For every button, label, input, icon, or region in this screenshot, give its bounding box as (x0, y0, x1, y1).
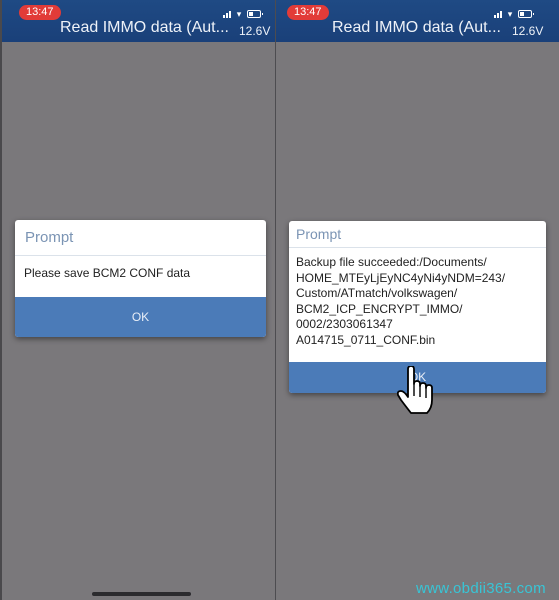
wifi-icon: ▾ (507, 9, 513, 19)
message-line: 0002/2303061347 (296, 317, 393, 331)
signal-icon (494, 10, 502, 18)
message-line: BCM2_ICP_ENCRYPT_IMMO/ (296, 301, 463, 316)
home-indicator[interactable] (92, 592, 191, 596)
battery-icon (247, 10, 263, 18)
message-line: A014715_0711_CONF.bin (296, 332, 436, 347)
dialog-title: Prompt (289, 221, 546, 248)
message-line: HOME_MTEyLjEyNC4yNi4yNDM=243/ (296, 270, 506, 285)
phone-screen-right: 13:47 Read IMMO data (Aut... ▾ 12.6V Pro… (276, 0, 559, 600)
battery-voltage: 12.6V (239, 24, 271, 38)
page-title: Read IMMO data (Aut... (332, 19, 501, 36)
phone-screen-left: 13:47 Read IMMO data (Aut... ▾ 12.6V Pro… (0, 0, 275, 600)
signal-icon (223, 10, 231, 18)
wifi-icon: ▾ (236, 9, 242, 19)
status-time: 13:47 (287, 5, 329, 20)
status-icons: ▾ (223, 9, 263, 19)
message-line: Custom/ATmatch/volkswagen/ (296, 286, 458, 300)
dialog-title: Prompt (15, 220, 266, 256)
hand-pointer-icon (397, 366, 433, 414)
app-header: 13:47 Read IMMO data (Aut... ▾ 12.6V (2, 0, 275, 42)
prompt-dialog: Prompt Please save BCM2 CONF data OK (15, 220, 266, 337)
ok-button[interactable]: OK (15, 297, 266, 337)
message-line: Backup file succeeded:/Documents/ (296, 255, 487, 269)
watermark: www.obdii365.com (416, 580, 546, 597)
battery-icon (518, 10, 534, 18)
dialog-message: Backup file succeeded:/Documents/ HOME_M… (289, 248, 546, 355)
app-header: 13:47 Read IMMO data (Aut... ▾ 12.6V (276, 0, 559, 42)
status-time: 13:47 (19, 5, 61, 20)
battery-voltage: 12.6V (512, 24, 544, 38)
status-icons: ▾ (494, 9, 534, 19)
page-title: Read IMMO data (Aut... (60, 19, 229, 36)
